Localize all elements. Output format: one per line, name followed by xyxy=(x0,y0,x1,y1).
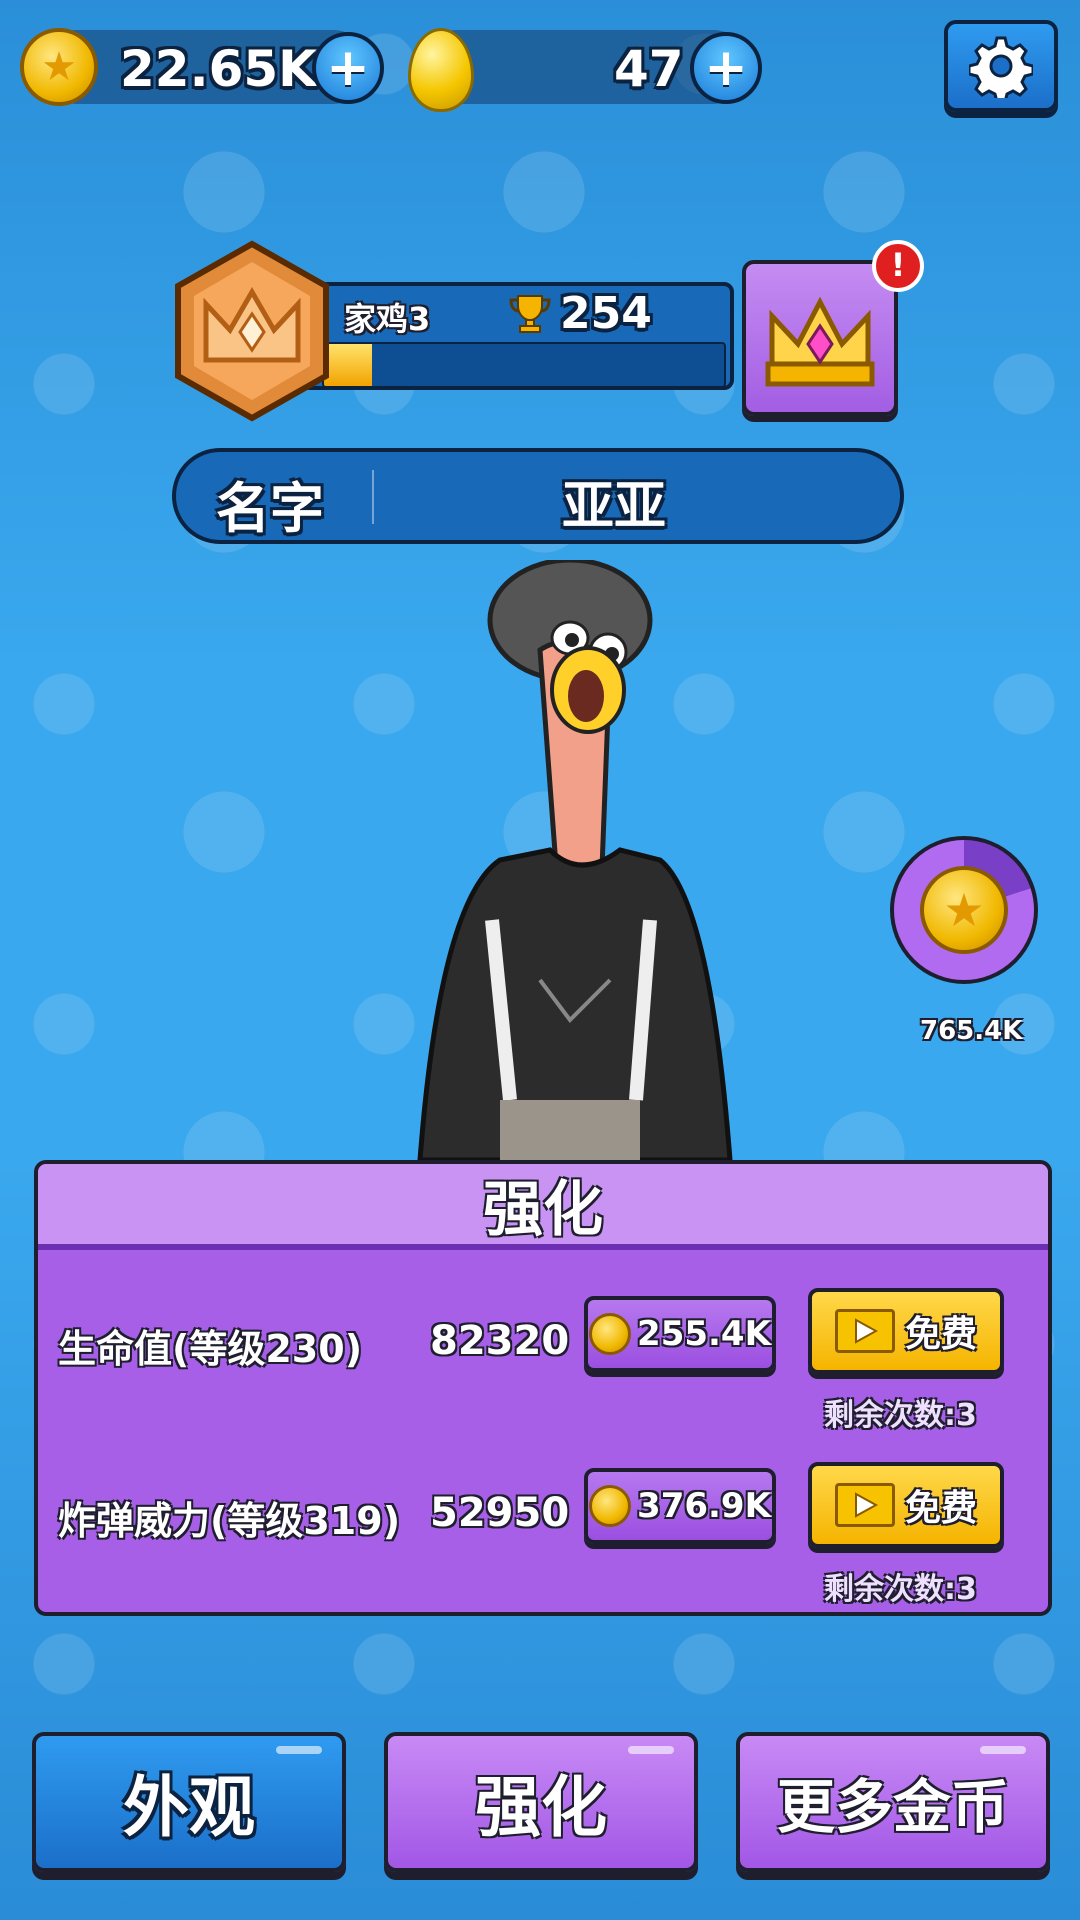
trophy-count: 254 xyxy=(560,288,652,339)
rank-progress-bar xyxy=(322,342,726,388)
upgrade-panel: 强化 生命值(等级230) 82320 255.4K 免费 剩余次数:3 炸弹威… xyxy=(34,1160,1052,1616)
upgrade-panel-header: 强化 xyxy=(38,1164,1048,1250)
bomb-upgrade-remaining: 剩余次数:3 xyxy=(824,1572,977,1607)
hp-upgrade-coin-button[interactable]: 255.4K xyxy=(584,1296,776,1372)
name-divider xyxy=(372,470,374,524)
name-field[interactable]: 名字 亚亚 xyxy=(172,448,904,544)
video-play-icon xyxy=(834,1483,895,1527)
hp-upgrade-remaining: 剩余次数:3 xyxy=(824,1398,977,1433)
upgrade-panel-title: 强化 xyxy=(483,1174,603,1245)
star-coin-icon: ★ xyxy=(20,28,98,106)
add-coins-button[interactable]: + xyxy=(312,32,384,104)
coin-reward-button[interactable]: ★ xyxy=(890,836,1038,984)
star-coin-icon: ★ xyxy=(920,866,1008,954)
name-label: 名字 xyxy=(216,477,324,540)
chicken-character xyxy=(400,557,740,1163)
bomb-upgrade-coin-button[interactable]: 376.9K xyxy=(584,1468,776,1544)
coin-reward-amount: 765.4K xyxy=(920,1016,1023,1046)
hp-upgrade-free-label: 免费 xyxy=(904,1314,977,1355)
star-coin-icon xyxy=(589,1313,632,1355)
tab-upgrade-label: 强化 xyxy=(475,1769,607,1846)
tab-upgrade[interactable]: 强化 xyxy=(384,1732,698,1872)
coin-count: 22.65K xyxy=(120,40,317,98)
tab-shine xyxy=(980,1746,1026,1754)
add-eggs-button[interactable]: + xyxy=(690,32,762,104)
bomb-upgrade-label: 炸弹威力(等级319) xyxy=(58,1499,401,1543)
hp-upgrade-free-button[interactable]: 免费 xyxy=(808,1288,1004,1374)
bomb-upgrade-free-button[interactable]: 免费 xyxy=(808,1462,1004,1548)
bomb-upgrade-value: 52950 xyxy=(430,1490,570,1536)
tab-appearance[interactable]: 外观 xyxy=(32,1732,346,1872)
gear-icon xyxy=(969,36,1033,98)
hp-upgrade-label: 生命值(等级230) xyxy=(58,1327,363,1371)
alert-icon: ! xyxy=(872,240,924,292)
tab-appearance-label: 外观 xyxy=(123,1769,255,1846)
trophy-icon xyxy=(508,294,552,338)
rank-panel: 家鸡3 254 xyxy=(300,282,734,390)
tab-more-coins[interactable]: 更多金币 xyxy=(736,1732,1050,1872)
tab-shine xyxy=(276,1746,322,1754)
settings-button[interactable] xyxy=(944,20,1058,112)
rank-badge[interactable] xyxy=(172,240,332,422)
egg-count: 47 xyxy=(614,40,684,98)
hp-upgrade-cost: 255.4K xyxy=(637,1314,771,1354)
tab-shine xyxy=(628,1746,674,1754)
crown-rank-button[interactable] xyxy=(742,260,898,416)
hp-upgrade-value: 82320 xyxy=(430,1318,570,1364)
tab-more-coins-label: 更多金币 xyxy=(776,1773,1009,1841)
bomb-upgrade-cost: 376.9K xyxy=(637,1486,771,1526)
video-play-icon xyxy=(834,1309,895,1353)
star-coin-icon xyxy=(589,1485,632,1527)
rank-title: 家鸡3 xyxy=(344,300,431,338)
name-value: 亚亚 xyxy=(562,477,667,537)
bomb-upgrade-free-label: 免费 xyxy=(904,1488,977,1529)
crown-icon xyxy=(765,296,875,387)
